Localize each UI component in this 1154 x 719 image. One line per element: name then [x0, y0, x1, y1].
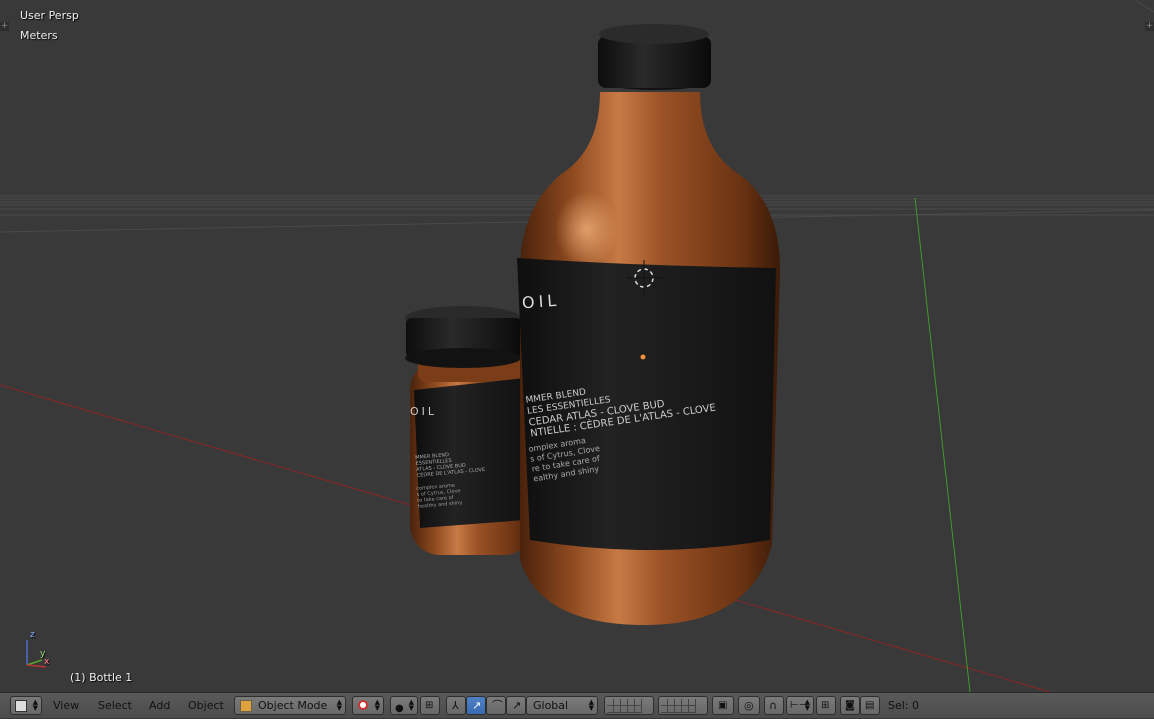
- viewport-shading-button[interactable]: ▲ ▼: [352, 696, 384, 715]
- region-toggle-left-icon[interactable]: +: [0, 22, 9, 31]
- editor-type-button[interactable]: ▲ ▼: [10, 696, 42, 715]
- layer-cells: [661, 699, 705, 713]
- proportional-edit-button[interactable]: ◎: [738, 696, 760, 715]
- clapperboard-icon: ▤: [865, 700, 875, 711]
- chevron-updown-icon: ▲ ▼: [408, 698, 414, 712]
- y-axis-line: [914, 197, 971, 692]
- layer-cells: [607, 699, 651, 713]
- manipulator-icon: ⅄: [452, 699, 459, 712]
- translate-manipulator-button[interactable]: ↗: [466, 696, 486, 715]
- scene-render: [0, 0, 1154, 692]
- layer-grid-2[interactable]: [658, 696, 708, 715]
- large-bottle: [517, 24, 780, 625]
- selected-object-label: (1) Bottle 1: [70, 671, 133, 684]
- cube-icon: [15, 700, 27, 712]
- object-origin: [640, 354, 646, 360]
- snap-element-button[interactable]: ⊢⊣ ▲ ▼: [786, 696, 814, 715]
- chevron-updown-icon: ▲ ▼: [588, 698, 594, 712]
- 3d-viewport[interactable]: OIL MMER BLEND LES ESSENTIELLES CEDAR AT…: [0, 0, 1154, 692]
- object-mode-icon: [240, 700, 252, 712]
- region-toggle-right-icon[interactable]: +: [1145, 22, 1154, 31]
- small-label-title: OIL: [410, 405, 438, 418]
- gizmo-x-label: x: [44, 657, 50, 667]
- render-opengl-button[interactable]: ◙: [840, 696, 860, 715]
- rotate-manipulator-button[interactable]: ⌒: [486, 696, 506, 715]
- scale-icon: ↗: [512, 699, 522, 712]
- pivot-point-button[interactable]: ● ▲ ▼: [390, 696, 418, 715]
- view-name: User Persp: [20, 9, 79, 22]
- lock-layers-button[interactable]: ▣: [712, 696, 734, 715]
- orientation-selector[interactable]: Global ▲ ▼: [526, 696, 598, 715]
- layer-grid-1[interactable]: [604, 696, 654, 715]
- small-label-text-2: complex aroma s of Cytrus, Clove to take…: [416, 482, 463, 510]
- snap-target-button[interactable]: ⊞: [816, 696, 836, 715]
- units-label: Meters: [20, 29, 58, 42]
- pivot-icon: ●: [395, 703, 404, 714]
- chevron-updown-icon: ▲ ▼: [32, 698, 38, 712]
- menu-select[interactable]: Select: [98, 693, 132, 719]
- render-animation-button[interactable]: ▤: [860, 696, 880, 715]
- chevron-updown-icon: ▲ ▼: [336, 698, 342, 712]
- camera-icon: ◙: [845, 700, 855, 711]
- big-label-title: OIL: [521, 290, 561, 313]
- chevron-updown-icon: ▲ ▼: [804, 698, 810, 712]
- small-jar: [405, 306, 534, 555]
- manipulator-toggle-button[interactable]: ⅄: [446, 696, 466, 715]
- mode-selector[interactable]: Object Mode ▲ ▼: [234, 696, 346, 715]
- proportional-edit-icon: ◎: [744, 699, 754, 712]
- menu-add[interactable]: Add: [149, 693, 170, 719]
- mode-label: Object Mode: [258, 699, 328, 712]
- rotate-icon: ⌒: [492, 699, 503, 712]
- snap-target-icon: ⊞: [821, 700, 830, 711]
- gizmo-z-label: z: [30, 630, 35, 640]
- center-points-icon: ⊞: [425, 700, 434, 711]
- shading-icon: [358, 700, 368, 710]
- snap-toggle-button[interactable]: ∩: [764, 696, 784, 715]
- chevron-updown-icon: ▲ ▼: [374, 698, 380, 712]
- manipulate-center-button[interactable]: ⊞: [420, 696, 440, 715]
- viewport-header: ▲ ▼ View Select Add Object Object Mode ▲ ▼…: [0, 692, 1154, 718]
- menu-view[interactable]: View: [53, 693, 79, 719]
- magnet-icon: ∩: [769, 699, 778, 712]
- orientation-label: Global: [533, 699, 569, 712]
- selection-status: Sel: 0: [888, 699, 920, 712]
- arrow-icon: ↗: [472, 699, 482, 712]
- menu-object[interactable]: Object: [188, 693, 224, 719]
- lock-icon: ▣: [718, 700, 728, 711]
- scale-manipulator-button[interactable]: ↗: [506, 696, 526, 715]
